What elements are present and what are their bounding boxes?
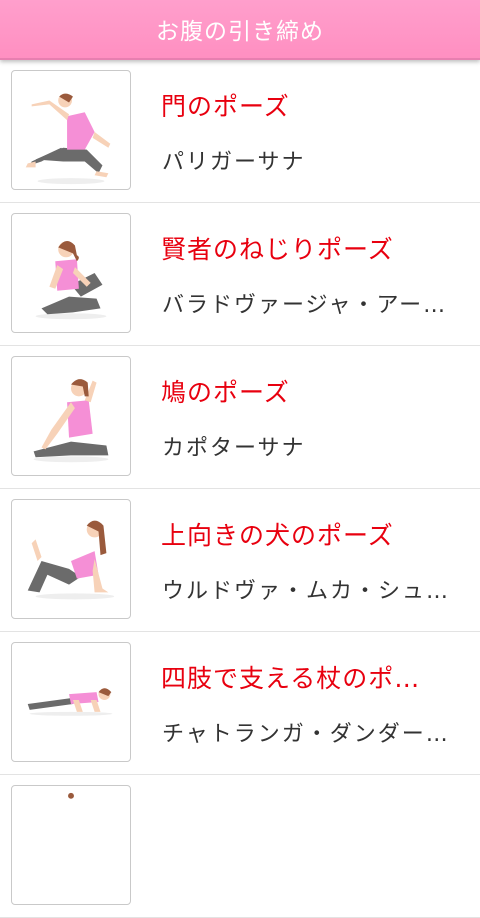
pose-subtitle: バラドヴァージャ・アー… bbox=[162, 293, 448, 318]
list-item[interactable] bbox=[0, 775, 480, 918]
list-item[interactable]: 四肢で支える杖のポ… チャトランガ・ダンダー… bbox=[0, 632, 480, 775]
pose-title: 賢者のねじりポーズ bbox=[161, 235, 394, 264]
list-item[interactable]: 上向きの犬のポーズ ウルドヴァ・ムカ・シュ… bbox=[0, 489, 480, 632]
page-title: お腹の引き締め bbox=[156, 19, 324, 45]
yoga-sage-twist-icon bbox=[11, 213, 131, 333]
list-item[interactable]: 賢者のねじりポーズ バラドヴァージャ・アー… bbox=[0, 203, 480, 346]
yoga-four-limbed-staff-icon bbox=[11, 642, 131, 762]
pose-subtitle: カポターサナ bbox=[162, 436, 306, 461]
pose-title: 鳩のポーズ bbox=[161, 378, 290, 407]
yoga-pose-icon bbox=[11, 785, 131, 905]
pose-subtitle: パリガーサナ bbox=[162, 150, 306, 175]
list-item[interactable]: 鳩のポーズ カポターサナ bbox=[0, 346, 480, 489]
pose-subtitle: ウルドヴァ・ムカ・シュ… bbox=[162, 579, 451, 604]
pose-title: 四肢で支える杖のポ… bbox=[161, 664, 421, 693]
list-item[interactable]: 門のポーズ パリガーサナ bbox=[0, 60, 480, 203]
yoga-gate-pose-icon bbox=[11, 70, 131, 190]
app-header: お腹の引き締め bbox=[0, 0, 480, 60]
pose-title: 上向きの犬のポーズ bbox=[161, 521, 394, 550]
yoga-upward-dog-icon bbox=[11, 499, 131, 619]
pose-subtitle: チャトランガ・ダンダー… bbox=[162, 722, 450, 747]
yoga-pigeon-pose-icon bbox=[11, 356, 131, 476]
pose-title: 門のポーズ bbox=[161, 92, 290, 121]
pose-list[interactable]: 門のポーズ パリガーサナ 賢者のねじりポーズ バラドヴァージャ・アー… 鳩のポー… bbox=[0, 60, 480, 918]
